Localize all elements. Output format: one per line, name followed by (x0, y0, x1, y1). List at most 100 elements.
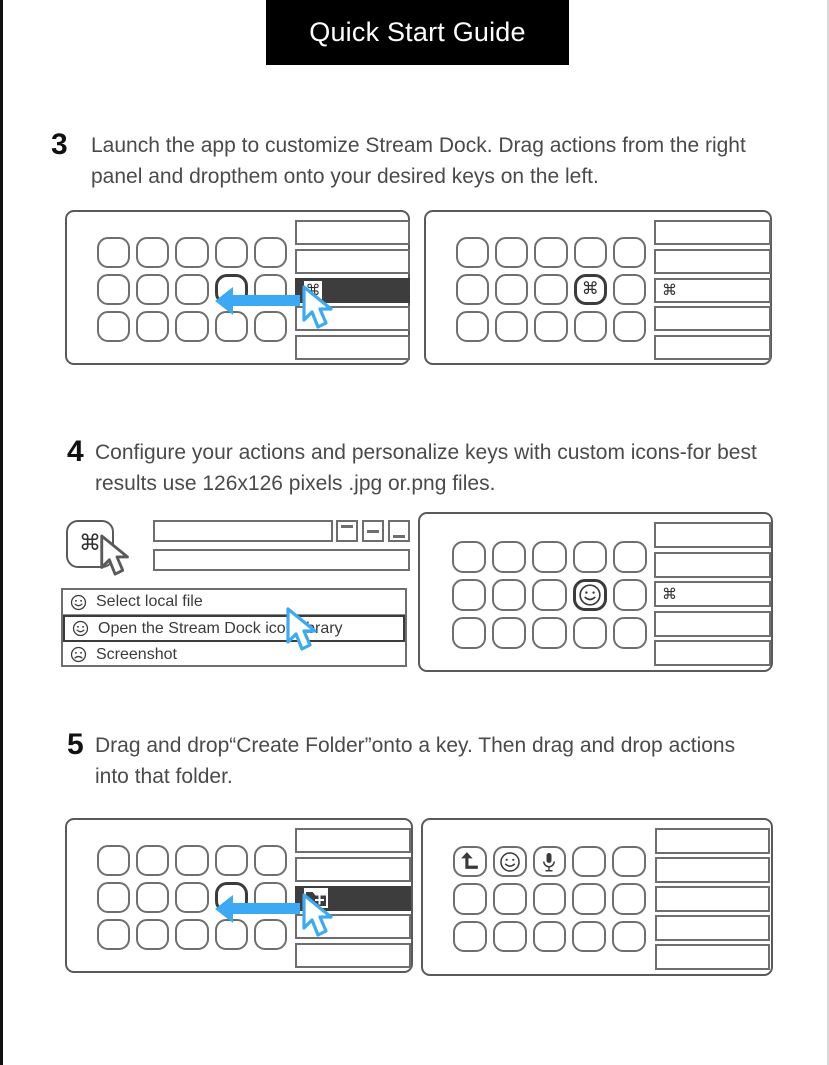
align-top-icon[interactable] (336, 520, 358, 542)
key-r2c2[interactable] (492, 579, 527, 611)
key-r1c2[interactable] (492, 846, 527, 878)
action-row-3[interactable]: ⌘ (654, 581, 771, 607)
key-r1c1[interactable] (453, 846, 487, 878)
key-r1c1[interactable] (456, 237, 490, 268)
key-r3c3[interactable] (175, 311, 209, 342)
key-r3c2[interactable] (495, 311, 529, 342)
align-bottom-icon[interactable] (388, 520, 410, 542)
key-r3c2[interactable] (136, 311, 170, 342)
action-row-5[interactable] (295, 943, 411, 968)
action-row-4[interactable] (655, 915, 770, 941)
key-r3c3[interactable] (175, 919, 209, 950)
key-r2c1[interactable] (453, 883, 487, 915)
key-r3c2[interactable] (492, 920, 527, 952)
key-r2c2[interactable] (136, 882, 170, 913)
key-r1c4[interactable] (214, 845, 248, 876)
key-r1c5[interactable] (253, 845, 287, 876)
key-r1c3[interactable] (175, 845, 209, 876)
action-row-5[interactable] (654, 335, 771, 360)
action-row-5[interactable] (295, 335, 410, 360)
action-row-2[interactable] (295, 248, 410, 274)
key-r3c4[interactable] (572, 617, 607, 649)
action-row-2[interactable] (295, 856, 411, 882)
key-r1c3[interactable] (532, 846, 567, 878)
key-r2c2[interactable] (492, 883, 527, 915)
key-r1c5[interactable] (612, 237, 646, 268)
key-r2c3[interactable] (532, 883, 567, 915)
key-r3c5[interactable] (612, 311, 646, 342)
key-r1c5[interactable] (612, 846, 646, 878)
action-row-1[interactable] (654, 522, 771, 548)
action-row-4[interactable] (654, 610, 771, 637)
action-row-3[interactable]: ⌘ (654, 277, 771, 303)
key-r2c5[interactable] (612, 274, 646, 305)
menu-item-select-local-file[interactable]: Select local file (63, 590, 405, 615)
action-row-4[interactable] (654, 306, 771, 332)
key-r3c3[interactable] (532, 617, 567, 649)
key-r2c1[interactable] (456, 274, 490, 305)
key-r1c4[interactable] (572, 541, 607, 573)
key-r2c5[interactable] (612, 579, 647, 611)
key-r3c4[interactable] (214, 919, 248, 950)
key-r3c4[interactable] (573, 311, 607, 342)
key-r3c5[interactable] (612, 920, 646, 952)
secondary-input[interactable] (153, 549, 410, 571)
key-r1c3[interactable] (175, 237, 209, 268)
key-r2c2[interactable] (136, 274, 170, 305)
key-r1c1[interactable] (452, 541, 487, 573)
action-row-3[interactable] (655, 886, 770, 912)
key-r1c1[interactable] (97, 845, 131, 876)
key-r3c5[interactable] (253, 919, 287, 950)
key-r2c3[interactable] (175, 882, 209, 913)
key-r1c3[interactable] (534, 237, 568, 268)
key-r3c1[interactable] (97, 919, 131, 950)
key-r3c1[interactable] (452, 617, 487, 649)
key-r3c3[interactable] (532, 920, 567, 952)
menu-item-open-icon-library[interactable]: Open the Stream Dock icon library (63, 615, 405, 642)
key-r1c3[interactable] (532, 541, 567, 573)
key-r1c4[interactable] (573, 237, 607, 268)
key-r1c1[interactable] (97, 237, 131, 268)
key-r2c3[interactable] (534, 274, 568, 305)
key-r3c5[interactable] (253, 311, 287, 342)
action-row-1[interactable] (654, 220, 771, 245)
key-r2c2[interactable] (495, 274, 529, 305)
key-r3c4[interactable] (214, 311, 248, 342)
key-r2c5[interactable] (612, 883, 646, 915)
key-r1c2[interactable] (136, 845, 170, 876)
key-r2c1[interactable] (97, 882, 131, 913)
action-row-2[interactable] (654, 551, 771, 578)
menu-item-screenshot[interactable]: Screenshot (63, 642, 405, 667)
key-r2c1[interactable] (452, 579, 487, 611)
key-r1c4[interactable] (572, 846, 607, 878)
action-row-2[interactable] (654, 248, 771, 274)
key-r1c5[interactable] (612, 541, 647, 573)
key-r3c1[interactable] (456, 311, 490, 342)
key-r1c2[interactable] (495, 237, 529, 268)
key-r1c5[interactable] (253, 237, 287, 268)
key-r3c2[interactable] (136, 919, 170, 950)
action-row-5[interactable] (654, 640, 771, 666)
key-r2c4-selected[interactable] (572, 579, 607, 611)
action-row-5[interactable] (655, 944, 770, 970)
key-r3c2[interactable] (492, 617, 527, 649)
key-r1c2[interactable] (136, 237, 170, 268)
key-r3c5[interactable] (612, 617, 647, 649)
title-input[interactable] (153, 520, 333, 542)
action-row-1[interactable] (295, 220, 410, 245)
key-r2c1[interactable] (97, 274, 131, 305)
key-r3c1[interactable] (453, 920, 487, 952)
key-r3c1[interactable] (97, 311, 131, 342)
action-row-2[interactable] (655, 857, 770, 883)
key-r3c4[interactable] (572, 920, 607, 952)
key-r1c4[interactable] (214, 237, 248, 268)
key-r1c2[interactable] (492, 541, 527, 573)
key-r3c3[interactable] (534, 311, 568, 342)
key-r2c4-selected[interactable]: ⌘ (573, 274, 607, 305)
align-middle-icon[interactable] (362, 520, 384, 542)
key-r2c3[interactable] (175, 274, 209, 305)
key-r2c3[interactable] (532, 579, 567, 611)
key-r2c4[interactable] (572, 883, 607, 915)
action-row-1[interactable] (655, 828, 770, 854)
action-row-1[interactable] (295, 828, 411, 853)
